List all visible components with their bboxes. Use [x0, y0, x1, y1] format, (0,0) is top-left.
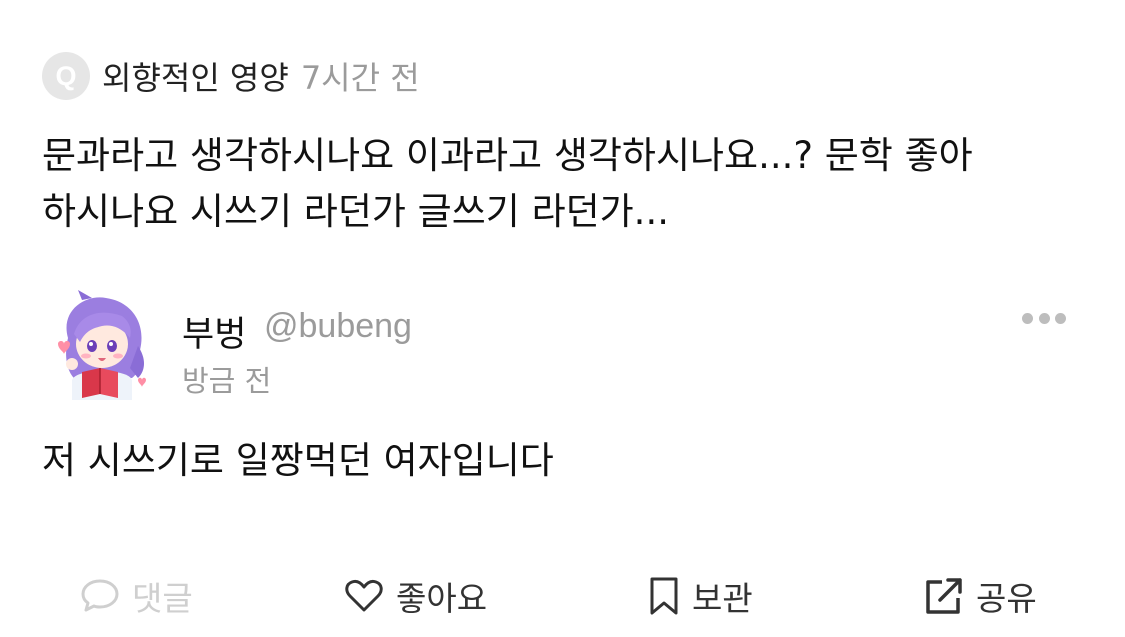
more-dot [1038, 312, 1050, 324]
share-button[interactable]: 공유 [924, 568, 1037, 624]
like-button[interactable]: 좋아요 [344, 568, 487, 624]
q-badge-icon: Q [42, 52, 90, 100]
author-handle[interactable]: @bubeng [264, 307, 412, 346]
author-name[interactable]: 부벙 [182, 306, 246, 357]
more-dot [1022, 312, 1033, 324]
share-icon [926, 578, 962, 614]
action-bar: 댓글 좋아요 보관 공유 [0, 568, 1125, 624]
avatar[interactable] [42, 288, 154, 400]
question-header: Q 외향적인 영양 7시간 전 [42, 52, 420, 100]
heart-icon [345, 579, 383, 612]
question-text-line-1: 문과라고 생각하시나요 이과라고 생각하시나요...? 문학 좋아 [42, 134, 973, 177]
question-author[interactable]: 외향적인 영양 [102, 53, 289, 99]
more-options-icon[interactable] [1022, 310, 1066, 326]
anime-girl-reading-avatar-icon [58, 290, 146, 400]
question-text: 문과라고 생각하시나요 이과라고 생각하시나요...? 문학 좋아 하시나요 시… [42, 128, 1092, 240]
share-label: 공유 [976, 579, 1037, 618]
comment-label: 댓글 [132, 579, 193, 618]
answer-header: 부벙 @bubeng 방금 전 [42, 288, 1082, 400]
question-time: 7시간 전 [300, 59, 420, 97]
comment-button[interactable]: 댓글 [80, 568, 193, 624]
save-button[interactable]: 보관 [648, 568, 753, 624]
q-badge-letter: Q [55, 60, 77, 91]
question-text-line-2: 하시나요 시쓰기 라던가 글쓰기 라던가... [42, 190, 669, 233]
comment-icon [81, 579, 119, 612]
save-label: 보관 [692, 579, 753, 618]
answer-text: 저 시쓰기로 일짱먹던 여자입니다 [42, 439, 554, 482]
like-label: 좋아요 [396, 579, 488, 618]
more-dot [1055, 312, 1066, 324]
bookmark-icon [650, 577, 678, 615]
answer-time: 방금 전 [182, 364, 272, 398]
